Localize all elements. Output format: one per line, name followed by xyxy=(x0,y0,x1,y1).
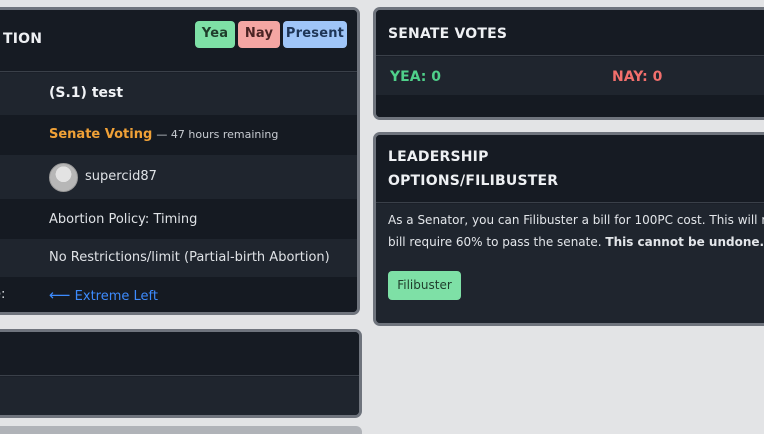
filibuster-description: As a Senator, you can Filibuster a bill … xyxy=(388,209,764,253)
nay-button[interactable]: Nay xyxy=(238,21,280,48)
status-remaining: — 47 hours remaining xyxy=(156,128,279,141)
senate-votes-counts: YEA: 0 NAY: 0 xyxy=(376,57,764,95)
bill-policy-row: Abortion Policy: Timing xyxy=(0,199,357,239)
secondary-card-header xyxy=(0,332,359,376)
description-warning: This cannot be undone. xyxy=(605,235,764,249)
policy-name: Abortion Policy: Timing xyxy=(49,212,198,227)
lean-value: Extreme Left xyxy=(74,289,158,304)
leadership-title-line2: OPTIONS/FILIBUSTER xyxy=(388,173,559,189)
secondary-card xyxy=(0,329,362,418)
bill-title-row: (S.1) test xyxy=(0,73,357,115)
bill-action-card: TION Yea Nay Present (S.1) test Senate V… xyxy=(0,7,360,315)
bill-title: (S.1) test xyxy=(49,85,124,101)
leadership-card: LEADERSHIP OPTIONS/FILIBUSTER As a Senat… xyxy=(373,132,764,326)
bill-lean-row: e: ⟵ Extreme Left xyxy=(0,277,357,312)
bill-card-header: TION Yea Nay Present xyxy=(0,10,357,72)
bill-author-row: supercid87 xyxy=(0,155,357,199)
lean-label: e: xyxy=(0,287,6,302)
senate-votes-card: SENATE VOTES YEA: 0 NAY: 0 xyxy=(373,7,764,120)
senate-votes-title: SENATE VOTES xyxy=(388,26,508,42)
policy-position: No Restrictions/limit (Partial-birth Abo… xyxy=(49,250,330,265)
secondary-card-body xyxy=(0,377,359,415)
card-edge-bottom xyxy=(0,426,362,434)
bill-position-row: No Restrictions/limit (Partial-birth Abo… xyxy=(0,239,357,277)
bill-status-row: Senate Voting — 47 hours remaining xyxy=(0,115,357,155)
description-line-2: bill require 60% to pass the senate. Thi… xyxy=(388,231,764,253)
present-button[interactable]: Present xyxy=(283,21,347,48)
arrow-left-icon: ⟵ xyxy=(49,286,71,304)
author-name[interactable]: supercid87 xyxy=(85,169,157,184)
filibuster-button[interactable]: Filibuster xyxy=(388,271,461,300)
bill-card-title: TION xyxy=(3,31,43,47)
nay-count: NAY: 0 xyxy=(612,69,663,85)
yea-button[interactable]: Yea xyxy=(195,21,235,48)
avatar[interactable] xyxy=(49,163,78,192)
leadership-title-line1: LEADERSHIP xyxy=(388,149,489,165)
leadership-header: LEADERSHIP OPTIONS/FILIBUSTER xyxy=(376,135,764,203)
description-plain: bill require 60% to pass the senate. xyxy=(388,235,602,249)
description-line-1: As a Senator, you can Filibuster a bill … xyxy=(388,213,764,227)
bill-status: Senate Voting — 47 hours remaining xyxy=(49,127,278,142)
senate-votes-header: SENATE VOTES xyxy=(376,10,764,56)
lean-link[interactable]: ⟵ Extreme Left xyxy=(49,286,158,304)
status-label: Senate Voting xyxy=(49,127,153,142)
yea-count: YEA: 0 xyxy=(390,69,442,85)
senate-votes-footer xyxy=(376,95,764,117)
leadership-body: As a Senator, you can Filibuster a bill … xyxy=(376,204,764,323)
